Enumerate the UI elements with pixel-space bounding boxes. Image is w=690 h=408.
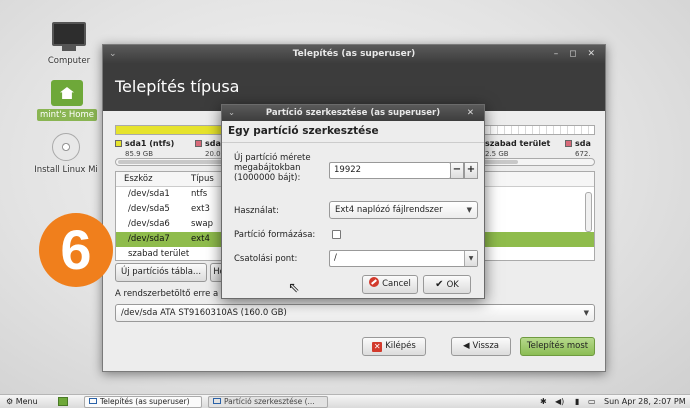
cancel-button[interactable]: Cancel: [362, 275, 418, 294]
desktop-icon-home[interactable]: mint's Home: [27, 80, 107, 121]
chevron-down-icon[interactable]: ▼: [464, 251, 477, 266]
mount-point-combobox[interactable]: / ▼: [329, 250, 478, 267]
cd-icon: [52, 133, 80, 161]
size-label: Új partíció mérete megabájtokban (100000…: [234, 153, 311, 183]
format-checkbox[interactable]: [332, 230, 341, 239]
ok-button[interactable]: ✔ OK: [423, 275, 471, 294]
legend-swatch: [195, 140, 202, 147]
desktop-icon-label: Install Linux Mi: [34, 165, 98, 175]
step-number-badge: 6: [39, 213, 113, 287]
home-folder-icon: [51, 80, 83, 106]
clock[interactable]: Sun Apr 28, 2:07 PM: [604, 395, 686, 408]
legend-swatch: [115, 140, 122, 147]
legend-sda-2: sda 20.0: [195, 139, 221, 159]
size-input[interactable]: 19922: [329, 162, 451, 179]
back-button[interactable]: ◀ Vissza: [451, 337, 511, 356]
dialog-title: Partíció szerkesztése (as superuser): [265, 108, 441, 118]
cancel-icon: [369, 277, 380, 287]
dropdown-arrow-icon: ▼: [583, 309, 589, 317]
install-now-button[interactable]: Telepítés most: [520, 337, 595, 356]
checkmark-icon: ✔: [435, 279, 444, 290]
dialog-heading: Egy partíció szerkesztése: [222, 121, 484, 143]
taskbar: ⚙ Menu Telepítés (as superuser) Partíció…: [0, 394, 690, 408]
exit-icon: ✕: [372, 342, 383, 352]
bootloader-device-select[interactable]: /dev/sda ATA ST9160310AS (160.0 GB) ▼: [115, 304, 595, 322]
legend-sda1: sda1 (ntfs) 85.9 GB: [115, 139, 174, 159]
mouse-cursor-icon: ⇖: [288, 280, 300, 296]
quit-button[interactable]: ✕ Kilépés: [362, 337, 426, 356]
desktop-icon-label: Computer: [47, 56, 91, 66]
bluetooth-icon[interactable]: ✱: [540, 395, 547, 408]
taskbar-task-installer[interactable]: Telepítés (as superuser): [84, 396, 202, 408]
column-header-type[interactable]: Típus: [191, 172, 214, 187]
back-arrow-icon: ◀: [462, 341, 470, 351]
window-titlebar[interactable]: ⌄ Telepítés (as superuser) – ◻ ✕: [103, 45, 605, 63]
menu-button[interactable]: ⚙ Menu: [6, 395, 38, 408]
dialog-close-icon[interactable]: ✕: [467, 105, 478, 121]
bootloader-label: A rendszerbetöltő erre a: [115, 289, 219, 299]
window-title: Telepítés (as superuser): [292, 49, 416, 59]
computer-icon: [52, 22, 86, 52]
taskbar-task-dialog[interactable]: Partíció szerkesztése (...: [208, 396, 328, 408]
volume-icon[interactable]: ◀): [555, 395, 564, 408]
format-label: Partíció formázása:: [234, 230, 316, 240]
new-partition-table-button[interactable]: Új partíciós tábla...: [115, 263, 207, 282]
mint-menu-icon: ⚙: [6, 397, 14, 406]
size-increment-button[interactable]: +: [464, 162, 478, 179]
dropdown-arrow-icon: ▼: [466, 206, 472, 214]
dialog-titlebar[interactable]: ⌄ Partíció szerkesztése (as superuser) ✕: [222, 105, 484, 121]
window-icon: [89, 398, 97, 404]
filesystem-select[interactable]: Ext4 naplózó fájlrendszer ▼: [329, 201, 478, 219]
battery-icon[interactable]: ▭: [588, 395, 596, 408]
legend-free-space: szabad terület 2.5 GB: [485, 139, 551, 158]
desktop-icon-install[interactable]: Install Linux Mi: [21, 133, 111, 176]
legend-swatch: [565, 140, 572, 147]
size-decrement-button[interactable]: −: [450, 162, 464, 179]
table-scrollbar[interactable]: [585, 192, 592, 232]
desktop-icon-label: mint's Home: [37, 109, 97, 121]
legend-sda-3: sda 672.: [565, 139, 591, 159]
window-icon: [213, 398, 221, 404]
desktop-icon-computer[interactable]: Computer: [29, 22, 109, 67]
window-menu-icon[interactable]: ⌄: [109, 45, 117, 63]
show-desktop-icon[interactable]: [58, 397, 68, 406]
network-icon[interactable]: ▮: [575, 395, 579, 408]
window-controls[interactable]: – ◻ ✕: [554, 45, 599, 63]
dialog-menu-icon[interactable]: ⌄: [228, 105, 235, 121]
mount-point-label: Csatolási pont:: [234, 254, 298, 264]
column-header-device[interactable]: Eszköz: [124, 172, 153, 187]
edit-partition-dialog: ⌄ Partíció szerkesztése (as superuser) ✕…: [221, 104, 485, 299]
usage-label: Használat:: [234, 206, 279, 216]
